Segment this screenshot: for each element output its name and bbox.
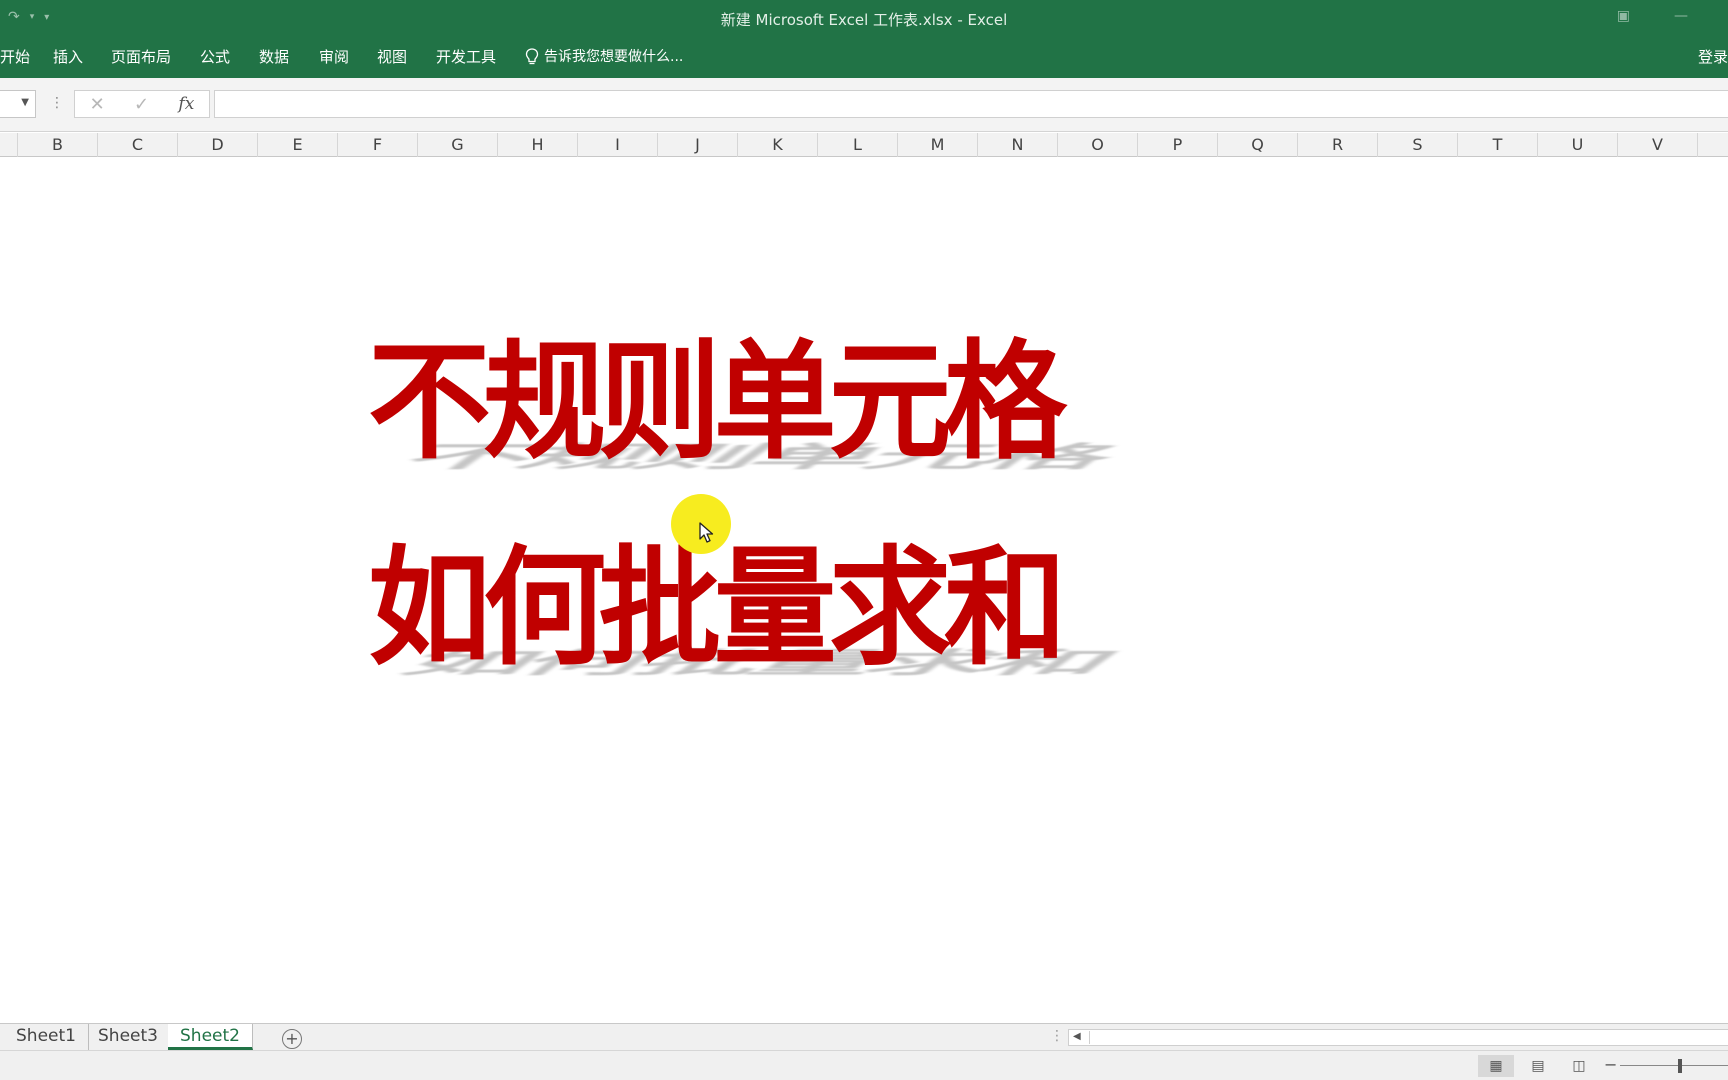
tab-split-handle[interactable]: ⋮	[1050, 1028, 1064, 1044]
tab-home[interactable]: 开始	[0, 45, 30, 69]
tell-me-label: 告诉我您想要做什么...	[544, 49, 684, 65]
headline-line-2: 如何批量求和	[368, 534, 1067, 683]
formula-bar-area: ▼ ⋮ ✕ ✓ fx	[0, 78, 1728, 132]
sign-in-link[interactable]: 登录	[1698, 45, 1728, 69]
column-header[interactable]: E	[258, 133, 338, 157]
normal-view-icon[interactable]: ▦	[1478, 1055, 1514, 1077]
column-header[interactable]: O	[1058, 133, 1138, 157]
sheet-tab-sheet2[interactable]: Sheet2	[168, 1024, 253, 1050]
zoom-slider-thumb[interactable]	[1678, 1059, 1682, 1073]
scrollbar-thumb[interactable]	[1089, 1031, 1728, 1044]
chevron-down-icon[interactable]: ▼	[21, 97, 29, 108]
column-header[interactable]: H	[498, 133, 578, 157]
formula-buttons: ✕ ✓ fx	[74, 90, 210, 118]
tab-page-layout[interactable]: 页面布局	[111, 45, 171, 69]
column-header[interactable]: U	[1538, 133, 1618, 157]
title-bar: ↷ ▾ ▾ 新建 Microsoft Excel 工作表.xlsx - Exce…	[0, 0, 1728, 38]
zoom-out-icon[interactable]: −	[1604, 1055, 1617, 1074]
page-layout-view-icon[interactable]: ▤	[1520, 1055, 1556, 1077]
zoom-slider[interactable]	[1620, 1065, 1728, 1066]
column-header[interactable]: R	[1298, 133, 1378, 157]
formula-input[interactable]	[214, 90, 1728, 118]
column-header[interactable]: B	[18, 133, 98, 157]
add-sheet-icon[interactable]: +	[282, 1029, 302, 1049]
insert-function-icon[interactable]: fx	[178, 94, 194, 114]
window-title: 新建 Microsoft Excel 工作表.xlsx - Excel	[720, 11, 1008, 29]
column-header[interactable]: P	[1138, 133, 1218, 157]
column-header[interactable]: F	[338, 133, 418, 157]
tab-review[interactable]: 审阅	[319, 45, 349, 69]
column-header[interactable]: K	[738, 133, 818, 157]
column-headers: B C D E F G H I J K L M N O P Q R S T U …	[0, 133, 1728, 157]
tab-data[interactable]: 数据	[259, 45, 289, 69]
column-header-partial[interactable]	[0, 133, 18, 157]
minimize-icon[interactable]: —	[1674, 8, 1688, 24]
column-header[interactable]: M	[898, 133, 978, 157]
formula-bar-resize-handle[interactable]: ⋮	[50, 95, 64, 111]
column-header[interactable]: Q	[1218, 133, 1298, 157]
sheet-tab-sheet3[interactable]: Sheet3	[86, 1024, 171, 1050]
ribbon-tabs: 开始 插入 页面布局 公式 数据 审阅 视图 开发工具 告诉我您想要做什么...…	[0, 38, 1728, 78]
cancel-icon[interactable]: ✕	[90, 94, 105, 115]
headline-line-1: 不规则单元格	[368, 328, 1067, 477]
sheet-tabs-bar: Sheet1 Sheet3 Sheet2 + ⋮ ◀	[0, 1023, 1728, 1050]
sheet-tab-sheet1[interactable]: Sheet1	[4, 1024, 89, 1050]
column-header[interactable]: L	[818, 133, 898, 157]
tab-view[interactable]: 视图	[377, 45, 407, 69]
status-bar: ▦ ▤ ◫ −	[0, 1050, 1728, 1080]
page-break-preview-icon[interactable]: ◫	[1561, 1055, 1597, 1077]
column-header[interactable]: S	[1378, 133, 1458, 157]
tab-formulas[interactable]: 公式	[200, 45, 230, 69]
column-header[interactable]: I	[578, 133, 658, 157]
column-header[interactable]: C	[98, 133, 178, 157]
column-header[interactable]: G	[418, 133, 498, 157]
tab-developer[interactable]: 开发工具	[436, 45, 496, 69]
horizontal-scrollbar[interactable]: ◀	[1068, 1029, 1728, 1046]
mouse-pointer-icon	[699, 522, 714, 543]
column-header-partial[interactable]	[1698, 133, 1728, 157]
column-header[interactable]: J	[658, 133, 738, 157]
column-header[interactable]: T	[1458, 133, 1538, 157]
worksheet-grid[interactable]: 不规则单元格 不规则单元格 如何批量求和 如何批量求和	[0, 157, 1728, 1023]
column-header[interactable]: N	[978, 133, 1058, 157]
tab-insert[interactable]: 插入	[53, 45, 83, 69]
scroll-left-icon[interactable]: ◀	[1073, 1031, 1081, 1042]
name-box[interactable]: ▼	[0, 90, 36, 118]
lightbulb-icon	[525, 48, 539, 65]
enter-check-icon[interactable]: ✓	[134, 94, 149, 115]
window-controls: ▣ —	[1617, 8, 1688, 24]
column-header[interactable]: V	[1618, 133, 1698, 157]
tell-me-search[interactable]: 告诉我您想要做什么...	[525, 45, 683, 69]
ribbon-display-options-icon[interactable]: ▣	[1617, 8, 1630, 24]
column-header[interactable]: D	[178, 133, 258, 157]
